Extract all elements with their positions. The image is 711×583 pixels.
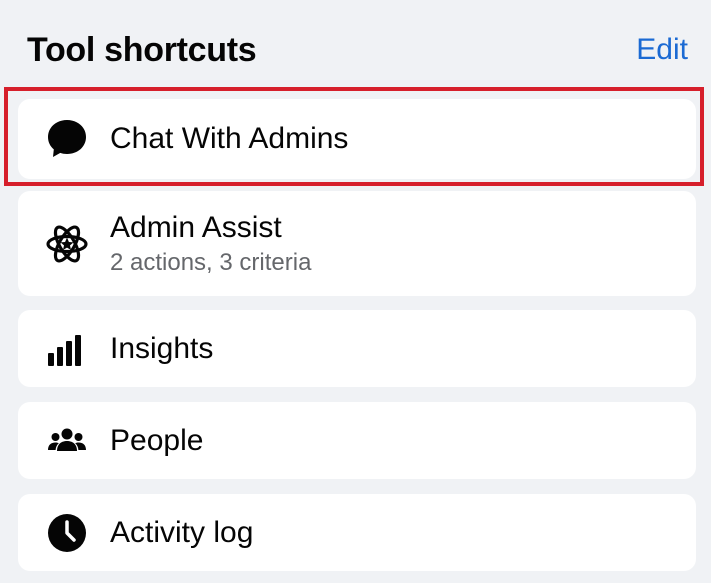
clock-icon (45, 511, 89, 555)
shortcut-text: Insights (110, 331, 213, 367)
page-title: Tool shortcuts (27, 30, 257, 69)
shortcut-text: People (110, 423, 203, 459)
shortcut-people[interactable]: People (18, 402, 696, 479)
shortcut-activity-log[interactable]: Activity log (18, 494, 696, 571)
atom-star-icon (45, 222, 89, 266)
shortcut-text: Chat With Admins (110, 121, 348, 157)
header: Tool shortcuts Edit (27, 27, 688, 73)
chat-bubble-icon (45, 117, 89, 161)
bar-chart-icon (45, 327, 89, 371)
shortcut-label: Admin Assist (110, 210, 282, 244)
shortcut-label: Insights (110, 331, 214, 365)
shortcut-label: Chat With Admins (110, 122, 349, 155)
shortcut-admin-assist[interactable]: Admin Assist 2 actions, 3 criteria (18, 191, 696, 296)
shortcut-insights[interactable]: Insights (18, 310, 696, 387)
shortcut-subtitle: 2 actions, 3 criteria (110, 248, 312, 276)
people-icon (45, 419, 89, 463)
shortcut-label: People (110, 423, 204, 457)
edit-link[interactable]: Edit (636, 33, 688, 67)
shortcut-label: Activity log (110, 515, 254, 549)
shortcut-text: Activity log (110, 515, 253, 551)
shortcut-chat-with-admins[interactable]: Chat With Admins (18, 99, 696, 179)
shortcut-text: Admin Assist 2 actions, 3 criteria (110, 210, 311, 278)
